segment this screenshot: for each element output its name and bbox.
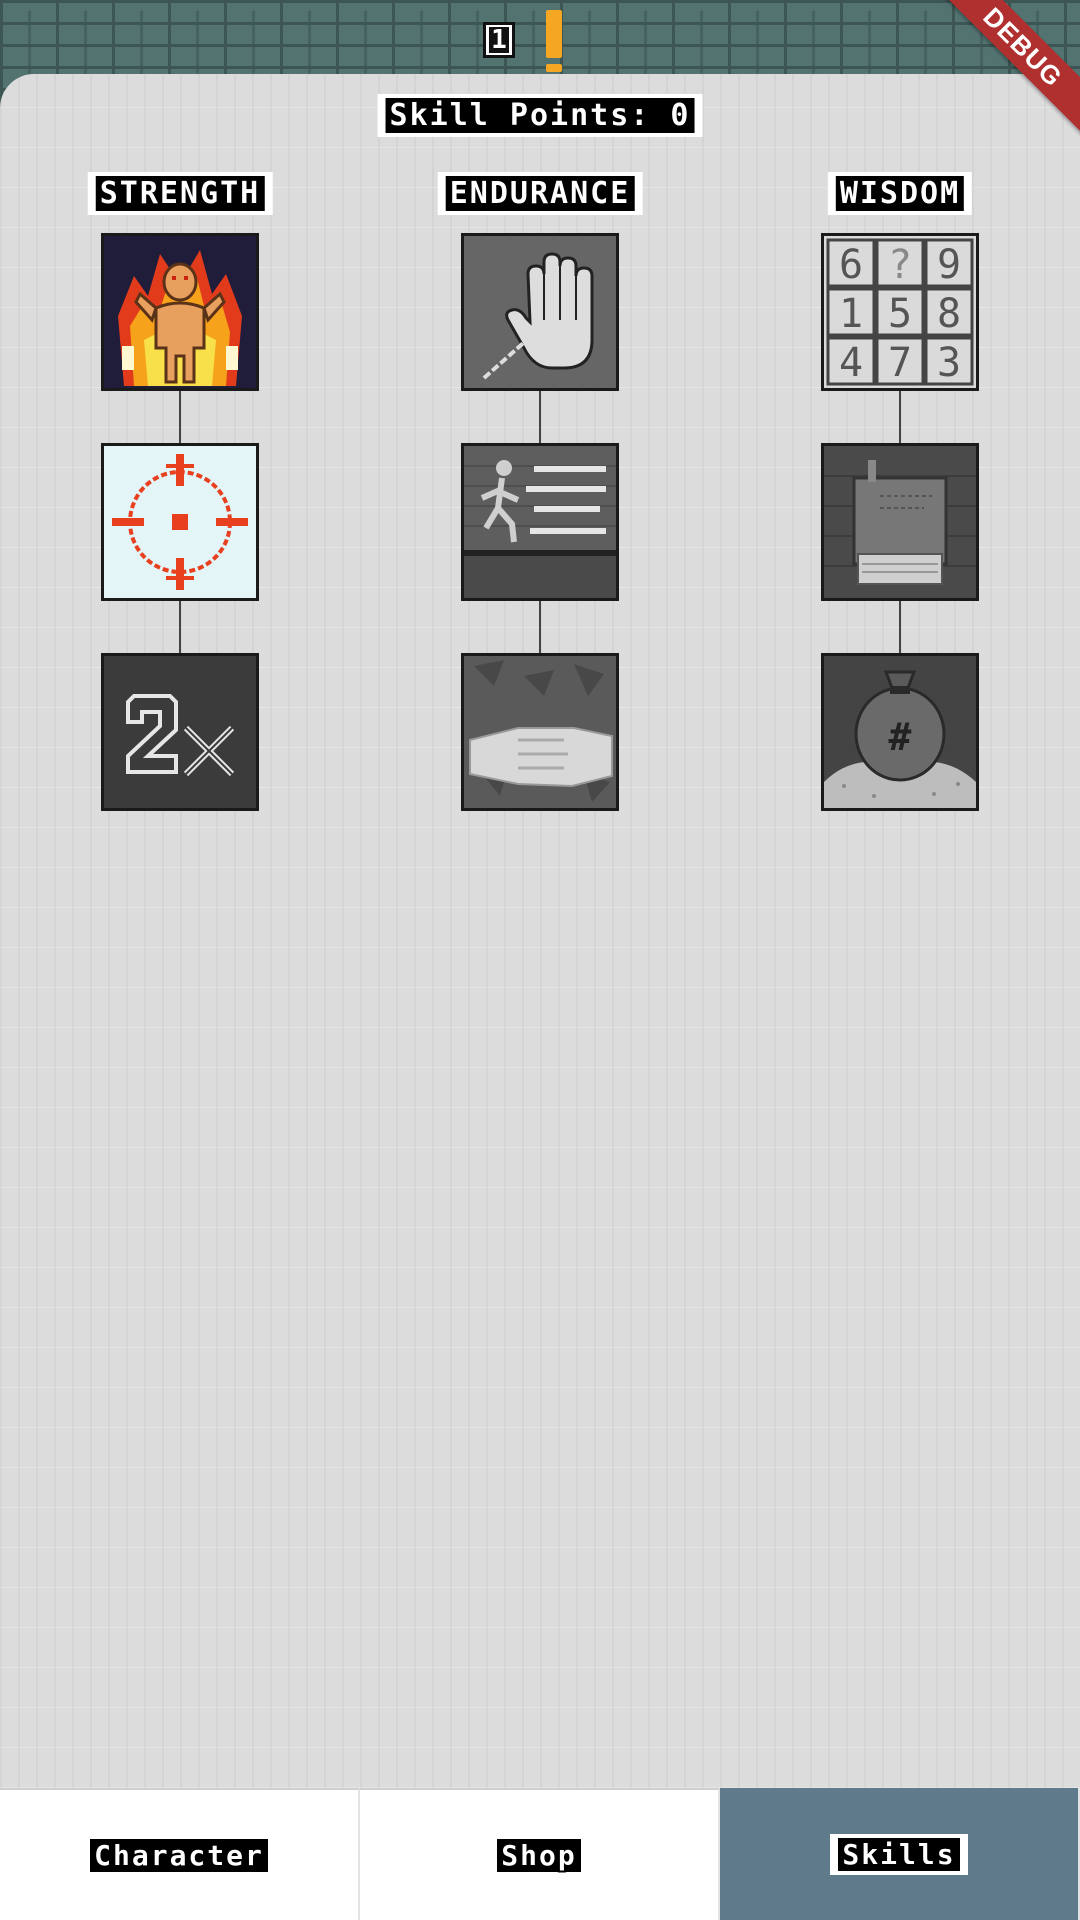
tab-character[interactable]: Character (0, 1788, 360, 1920)
exclamation-icon[interactable] (546, 10, 562, 74)
svg-text:6: 6 (839, 242, 863, 288)
svg-text:7: 7 (888, 340, 912, 386)
tree-connector (899, 600, 901, 654)
tree-connector (179, 390, 181, 444)
iron-fist-icon[interactable] (461, 653, 619, 811)
ancient-scroll-icon[interactable] (821, 443, 979, 601)
tree-connector (539, 390, 541, 444)
tree-connector (899, 390, 901, 444)
tree-connector (179, 600, 181, 654)
wisdom-header: WISDOM (827, 172, 973, 215)
number-puzzle-icon[interactable]: 6? 9 158 473 (821, 233, 979, 391)
sprint-runner-icon[interactable] (461, 443, 619, 601)
tab-label: Shop (497, 1838, 581, 1872)
tab-label: Skills (838, 1837, 960, 1871)
svg-text:4: 4 (839, 340, 863, 386)
level-badge: 1 (483, 22, 515, 58)
dodge-hand-arrow-icon[interactable] (461, 233, 619, 391)
svg-text:1: 1 (839, 291, 863, 337)
tab-shop[interactable]: Shop (360, 1788, 720, 1920)
svg-text:#: # (889, 715, 912, 759)
crosshair-icon[interactable] (101, 443, 259, 601)
skills-panel: Skill Points: 0 STRENGTH ENDURANCE WISDO… (0, 74, 1080, 1788)
svg-text:?: ? (888, 242, 912, 288)
tree-connector (539, 600, 541, 654)
tab-skills[interactable]: Skills (720, 1788, 1080, 1920)
svg-text:5: 5 (888, 291, 912, 337)
tab-label: Character (90, 1838, 268, 1872)
double-damage-2x-icon[interactable] (101, 653, 259, 811)
skill-points-label: Skill Points: 0 (377, 94, 703, 137)
money-bag-icon[interactable]: # (821, 653, 979, 811)
svg-text:8: 8 (937, 291, 961, 337)
level-number: 1 (489, 27, 509, 53)
endurance-header: ENDURANCE (437, 172, 643, 215)
bottom-nav: Character Shop Skills (0, 1788, 1080, 1920)
rage-fire-icon[interactable] (101, 233, 259, 391)
svg-text:3: 3 (937, 340, 961, 386)
svg-text:9: 9 (937, 242, 961, 288)
strength-header: STRENGTH (87, 172, 273, 215)
